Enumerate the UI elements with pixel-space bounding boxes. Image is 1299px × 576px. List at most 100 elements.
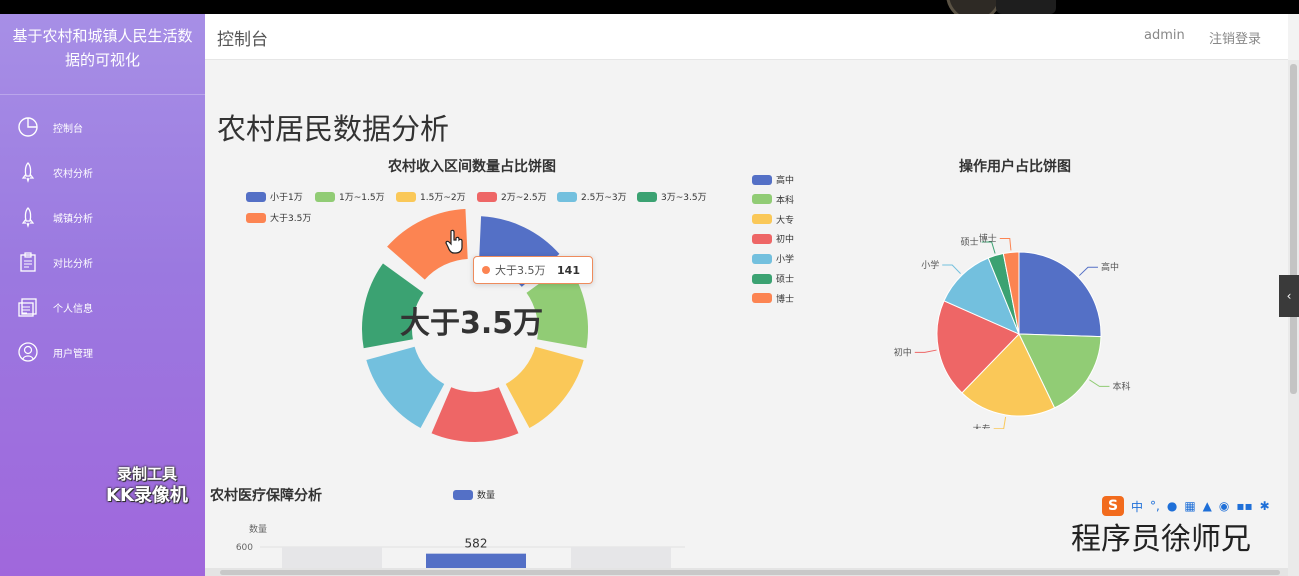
pie-legend-item[interactable]: 高中 (752, 173, 794, 186)
pie-chart-title: 操作用户占比饼图 (959, 159, 1071, 175)
top-header: 控制台 admin 注销登录 (205, 14, 1288, 60)
rocket-icon (21, 207, 35, 228)
vertical-scroll-thumb[interactable] (1290, 64, 1297, 394)
legend-swatch (752, 194, 772, 205)
ime-mode-label[interactable]: 中 (1131, 498, 1143, 515)
pie-legend-item[interactable]: 小学 (752, 252, 794, 265)
username[interactable]: admin (1144, 28, 1185, 43)
legend-label: 大于3.5万 (270, 214, 312, 224)
legend-swatch (752, 253, 772, 264)
screen-top-bezel (0, 0, 1299, 14)
sidebar-item-label: 控制台 (53, 123, 83, 135)
horizontal-scroll-thumb[interactable] (220, 570, 1280, 575)
bar-background (571, 547, 671, 568)
pie-slice-label: 初中 (894, 346, 912, 358)
id-card-icon (18, 298, 37, 317)
legend-label: 本科 (776, 195, 795, 206)
chart-tooltip: 大于3.5万 141 (473, 256, 593, 284)
bar[interactable] (426, 553, 526, 568)
legend-label: 3万~3.5万 (661, 193, 707, 203)
ime-chat-icon[interactable]: ◉ (1219, 499, 1229, 513)
legend-swatch (752, 293, 772, 304)
donut-chart-title: 农村收入区间数量占比饼图 (388, 159, 556, 175)
pie-legend-item[interactable]: 博士 (752, 292, 794, 305)
sidebar-item-dashboard[interactable]: 控制台 (0, 107, 205, 147)
legend-swatch (752, 214, 772, 225)
bar-background (282, 547, 382, 568)
recorder-watermark: 录制工具 KK录像机 (106, 464, 188, 506)
ime-logo-icon: S (1102, 496, 1124, 516)
pie-label-line (993, 416, 1007, 429)
tooltip-name: 大于3.5万 (495, 264, 546, 277)
ime-punct-icon[interactable]: °, (1150, 499, 1160, 513)
legend-swatch (752, 273, 772, 284)
ime-keyboard-icon[interactable]: ▦ (1184, 499, 1195, 513)
tooltip-value: 141 (557, 263, 580, 277)
legend-label: 初中 (776, 235, 795, 246)
sidebar-item-label: 个人信息 (53, 303, 93, 315)
ime-mic-icon[interactable]: ● (1167, 499, 1177, 513)
pie-label-line (914, 349, 937, 353)
pie-legend-item[interactable]: 大专 (752, 213, 794, 226)
ime-settings-icon[interactable]: ✱ (1260, 499, 1270, 513)
bar-data-label: 582 (465, 537, 488, 551)
pie-legend-item[interactable]: 本科 (752, 193, 794, 206)
page-title: 农村居民数据分析 (217, 112, 450, 146)
legend-label: 大专 (776, 215, 795, 226)
sidebar-item-label: 对比分析 (53, 258, 93, 270)
legend-swatch (637, 191, 657, 202)
bar-chart-legend[interactable]: 数量 (453, 488, 495, 501)
legend-swatch (246, 212, 266, 223)
donut-slice[interactable] (503, 344, 586, 431)
ime-apps-icon[interactable]: ▪▪ (1236, 499, 1252, 513)
sidebar-item-urban[interactable]: 城镇分析 (0, 197, 205, 237)
bar-chart[interactable]: 数量600500582 (205, 506, 705, 568)
sidebar-item-label: 城镇分析 (53, 213, 93, 225)
legend-label: 数量 (477, 491, 496, 501)
tooltip-dot (482, 266, 490, 274)
sidebar-item-users[interactable]: 用户管理 (0, 332, 205, 372)
legend-label: 小于1万 (270, 193, 303, 203)
ime-skin-icon[interactable]: ▲ (1203, 499, 1212, 513)
chevron-left-icon[interactable]: ‹ (1279, 275, 1299, 317)
pie-slice[interactable] (1018, 251, 1102, 338)
sidebar-item-compare[interactable]: 对比分析 (0, 242, 205, 282)
donut-legend-item[interactable]: 大于3.5万 (246, 211, 311, 224)
pie-label-line (1089, 379, 1110, 387)
pie-slice-label: 博士 (979, 232, 997, 244)
sidebar-item-rural[interactable]: 农村分析 (0, 152, 205, 192)
donut-slice[interactable] (429, 385, 521, 444)
pie-slice-label: 高中 (1101, 261, 1119, 273)
bar-y-axis-label: 数量 (249, 523, 267, 535)
header-title: 控制台 (217, 30, 268, 50)
legend-label: 博士 (776, 294, 795, 305)
pie-legend-item[interactable]: 硕士 (752, 272, 794, 285)
pie-label-line (1078, 266, 1098, 276)
bar-chart-title: 农村医疗保障分析 (210, 488, 322, 504)
legend-swatch (453, 489, 473, 500)
watermark-line2: KK录像机 (106, 485, 188, 506)
donut-emphasis-label: 大于3.5万 (400, 306, 544, 341)
camera-overlay-pill (996, 0, 1056, 14)
sidebar-divider (0, 94, 205, 95)
donut-legend-item[interactable]: 3万~3.5万 (637, 190, 707, 203)
pie-legend-item[interactable]: 初中 (752, 232, 794, 245)
app-title: 基于农村和城镇人民生活数据的可视化 (12, 27, 193, 69)
pie-chart-icon (18, 117, 38, 137)
donut-slice[interactable] (364, 344, 447, 431)
pie-slice-label: 本科 (1112, 380, 1130, 392)
legend-swatch (246, 191, 266, 202)
donut-legend-item[interactable]: 小于1万 (246, 190, 303, 203)
watermark-line1: 录制工具 (116, 465, 177, 483)
legend-swatch (752, 233, 772, 244)
legend-swatch (315, 191, 335, 202)
logout-link[interactable]: 注销登录 (1209, 28, 1261, 47)
legend-swatch (752, 174, 772, 185)
screen: 基于农村和城镇人民生活数据的可视化 控制台 农村分析 城镇分析 对比分析 个人信… (0, 14, 1299, 576)
sidebar-item-profile[interactable]: 个人信息 (0, 287, 205, 327)
pie-label-line (999, 237, 1012, 251)
pie-chart[interactable]: 高中本科大专 初中 小学 硕士博士 (880, 209, 1160, 429)
pie-slice-label: 小学 (921, 259, 939, 271)
bar-y-tick: 600 (236, 543, 253, 553)
rocket-icon (21, 162, 35, 183)
